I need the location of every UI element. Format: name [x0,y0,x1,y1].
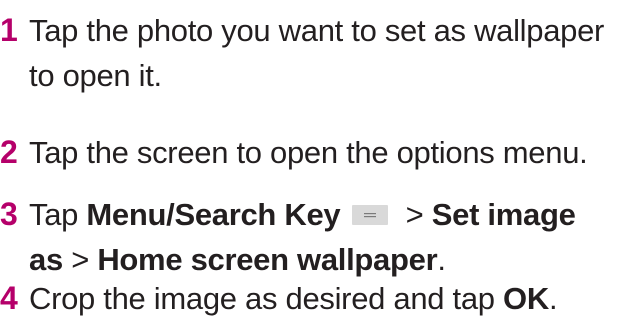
arrow-separator: > [397,197,432,232]
step-3-line-1: 3 Tap Menu/Search Key > Set image [0,196,641,232]
step-text-continued: to open it. [29,58,162,93]
period: . [437,242,446,277]
step-1-line-1: 1 Tap the photo you want to set as wallpa… [0,12,641,48]
step-4-line-1: 4 Crop the image as desired and tap OK. [0,280,641,316]
step-text: Tap the photo you want to set as wallpap… [29,13,605,48]
step-number: 3 [0,196,18,232]
step-number: 1 [0,12,18,48]
period: . [548,281,558,316]
step-3-line-2: as > Home screen wallpaper. [0,242,641,278]
step-1-line-2: to open it. [0,58,641,94]
ok-label: OK [503,281,549,316]
step-number: 4 [0,280,18,316]
step-1: 1 Tap the photo you want to set as wallpa… [0,12,641,94]
step-text: Tap the screen to open the options menu. [29,135,588,170]
as-label: as [29,242,63,277]
set-image-label: Set image [431,197,576,232]
instruction-steps: 1 Tap the photo you want to set as wallpa… [0,0,641,329]
home-screen-wallpaper-label: Home screen wallpaper [97,242,438,277]
step-3: 3 Tap Menu/Search Key > Set image as > Ho… [0,196,641,278]
step-4: 4 Crop the image as desired and tap OK. [0,280,641,316]
menu-key-icon [352,204,389,225]
arrow-separator: > [62,242,98,277]
menu-search-key-label: Menu/Search Key [86,197,341,232]
step-2-line-1: 2 Tap the screen to open the options menu… [0,134,641,170]
step-text: Tap [29,197,87,232]
step-text: Crop the image as desired and tap [29,281,504,316]
step-2: 2 Tap the screen to open the options menu… [0,134,641,170]
step-number: 2 [0,134,18,170]
